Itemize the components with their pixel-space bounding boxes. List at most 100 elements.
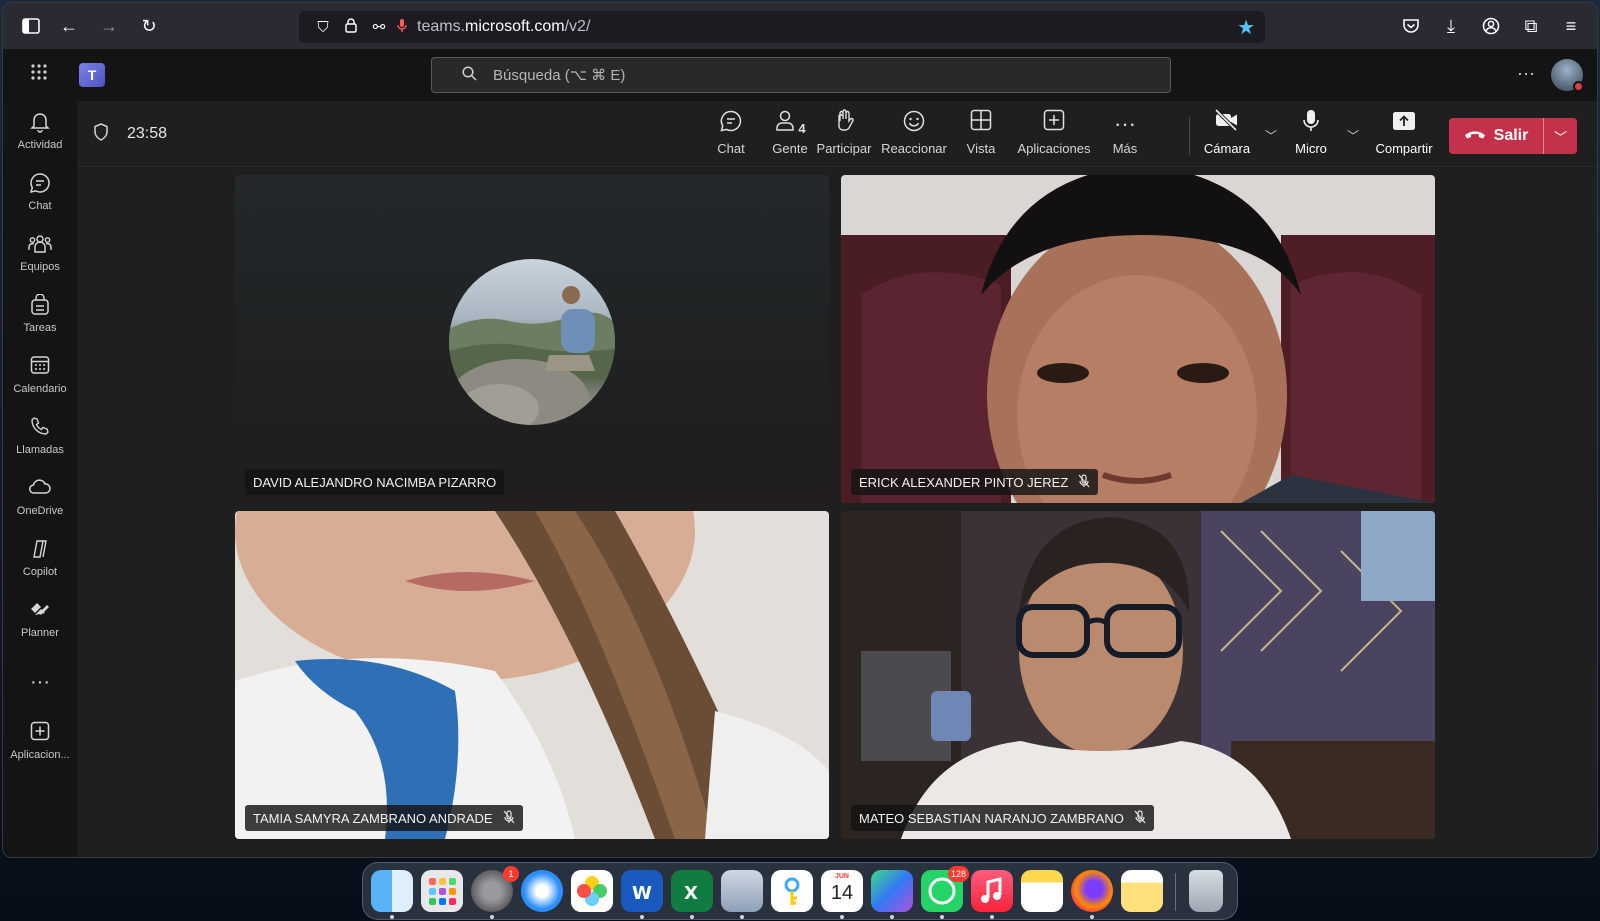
teams-icon: [28, 233, 52, 259]
forward-icon[interactable]: →: [89, 3, 129, 49]
search-icon: [462, 65, 477, 85]
freeform-icon[interactable]: [871, 870, 913, 912]
preview-icon[interactable]: [721, 870, 763, 912]
browser-window: ← → ↻ ⛉ ⚯ teams.microsoft.com/v2/ ★ ⤓ ⧉ …: [2, 2, 1598, 858]
finder-icon[interactable]: [371, 870, 413, 912]
running-indicator: [390, 915, 394, 919]
rail-item-copilot[interactable]: Copilot: [3, 538, 77, 594]
url-text[interactable]: teams.microsoft.com/v2/: [417, 18, 590, 36]
svg-text:X: X: [684, 883, 698, 904]
lock-icon[interactable]: [337, 17, 365, 37]
leave-options-chevron-icon[interactable]: ﹀: [1544, 127, 1577, 146]
rail-item-apps[interactable]: Aplicacion...: [3, 721, 77, 777]
trash-icon[interactable]: [1189, 870, 1223, 912]
rail-item-calendar[interactable]: Calendario: [3, 355, 77, 411]
macos-dock: 1 W X JUN 14 128: [362, 862, 1238, 920]
mic-button[interactable]: Micro: [1289, 109, 1333, 163]
rail-item-activity[interactable]: Actividad: [3, 111, 77, 167]
running-indicator: [490, 915, 494, 919]
excel-icon[interactable]: X: [671, 870, 713, 912]
dock-separator: [1175, 873, 1176, 911]
launchpad-icon[interactable]: [421, 870, 463, 912]
calendar-app-icon[interactable]: JUN 14: [821, 870, 863, 912]
reload-icon[interactable]: ↻: [129, 3, 169, 49]
safari-icon[interactable]: [521, 870, 563, 912]
bookmark-star-icon[interactable]: ★: [1237, 15, 1255, 40]
people-icon: 4: [774, 109, 806, 139]
whatsapp-icon[interactable]: 128: [921, 866, 969, 912]
planner-icon: [28, 599, 52, 625]
rail-item-onedrive[interactable]: OneDrive: [3, 477, 77, 533]
video-tile-mateo[interactable]: MATEO SEBASTIAN NARANJO ZAMBRANO: [841, 511, 1435, 839]
apps-button[interactable]: Aplicaciones: [1017, 109, 1091, 163]
toolbar-divider: [1189, 117, 1190, 155]
running-indicator: [940, 915, 944, 919]
rail-item-calls[interactable]: Llamadas: [3, 416, 77, 472]
running-indicator: [690, 915, 694, 919]
more-icon: ···: [1114, 111, 1136, 136]
calendar-icon: [28, 355, 52, 381]
meeting-stage: 23:58 Chat 4 Gente Participar Reaccionar…: [77, 101, 1597, 857]
app-rail: Actividad Chat Equipos Tareas Calendario: [3, 101, 77, 857]
account-icon[interactable]: [1471, 3, 1511, 49]
video-tile-david[interactable]: DAVID ALEJANDRO NACIMBA PIZARRO: [235, 175, 829, 503]
search-placeholder: Búsqueda (⌥ ⌘ E): [493, 67, 626, 84]
rail-item-teams[interactable]: Equipos: [3, 233, 77, 289]
hang-up-icon: [1464, 127, 1486, 145]
microphone-icon: [1302, 109, 1320, 139]
camera-options-chevron-icon[interactable]: ﹀: [1265, 127, 1277, 144]
rail-item-tasks[interactable]: Tareas: [3, 293, 77, 350]
rail-more-apps[interactable]: ···: [3, 669, 77, 693]
camera-button[interactable]: Cámara: [1201, 108, 1253, 163]
rail-item-planner[interactable]: Planner: [3, 599, 77, 655]
mic-muted-icon: [503, 809, 515, 827]
mic-options-chevron-icon[interactable]: ﹀: [1347, 127, 1359, 144]
music-icon[interactable]: [971, 870, 1013, 912]
extensions-icon[interactable]: ⧉: [1511, 3, 1551, 49]
running-indicator: [640, 915, 644, 919]
rail-item-chat[interactable]: Chat: [3, 172, 77, 228]
back-icon[interactable]: ←: [49, 3, 89, 49]
chat-button[interactable]: Chat: [704, 109, 758, 163]
notes-icon[interactable]: [1021, 870, 1063, 912]
raise-hand-button[interactable]: Participar: [815, 109, 873, 163]
settings-badge: 1: [503, 866, 519, 882]
app-launcher-icon[interactable]: [27, 63, 51, 87]
meeting-timer: 23:58: [127, 125, 168, 142]
word-icon[interactable]: W: [621, 870, 663, 912]
url-bar[interactable]: ⛉ ⚯ teams.microsoft.com/v2/ ★: [299, 11, 1265, 43]
photos-icon[interactable]: [571, 870, 613, 912]
people-button[interactable]: 4 Gente: [759, 109, 821, 163]
more-button[interactable]: ··· Más: [1107, 109, 1143, 163]
passwords-icon[interactable]: [771, 870, 813, 912]
mic-muted-icon: [1078, 473, 1090, 491]
video-tile-tamia[interactable]: TAMIA SAMYRA ZAMBRANO ANDRADE: [235, 511, 829, 839]
firefox-icon[interactable]: [1071, 870, 1113, 912]
view-button[interactable]: Vista: [959, 109, 1003, 163]
participant-video-feed: [841, 511, 1435, 839]
participant-name-tag: ERICK ALEXANDER PINTO JEREZ: [851, 469, 1099, 495]
share-button[interactable]: Compartir: [1373, 109, 1435, 163]
download-icon[interactable]: ⤓: [1431, 3, 1471, 49]
video-tile-erick[interactable]: ERICK ALEXANDER PINTO JEREZ: [841, 175, 1435, 503]
system-settings-icon[interactable]: 1: [471, 866, 519, 912]
pocket-icon[interactable]: [1391, 3, 1431, 49]
shield-icon[interactable]: ⛉: [309, 19, 337, 36]
react-button[interactable]: Reaccionar: [881, 109, 947, 163]
teams-header: T Búsqueda (⌥ ⌘ E) ···: [3, 49, 1597, 101]
permissions-icon[interactable]: ⚯: [365, 18, 393, 36]
mic-active-icon[interactable]: [393, 18, 411, 37]
sidebar-toggle-icon[interactable]: [11, 3, 51, 49]
chat-icon: [719, 109, 743, 139]
participant-name-tag: DAVID ALEJANDRO NACIMBA PIZARRO: [245, 469, 505, 495]
menu-icon[interactable]: ≡: [1551, 3, 1591, 49]
participant-name-tag: MATEO SEBASTIAN NARANJO ZAMBRANO: [851, 805, 1154, 831]
share-screen-icon: [1392, 109, 1416, 139]
leave-button[interactable]: Salir: [1449, 118, 1543, 154]
stickies-icon[interactable]: [1121, 870, 1163, 912]
user-avatar[interactable]: [1551, 59, 1584, 92]
search-input[interactable]: Búsqueda (⌥ ⌘ E): [431, 57, 1171, 93]
meeting-shield-icon[interactable]: [93, 123, 109, 146]
more-options-icon[interactable]: ···: [1517, 63, 1535, 84]
camera-off-icon: [1214, 108, 1240, 139]
